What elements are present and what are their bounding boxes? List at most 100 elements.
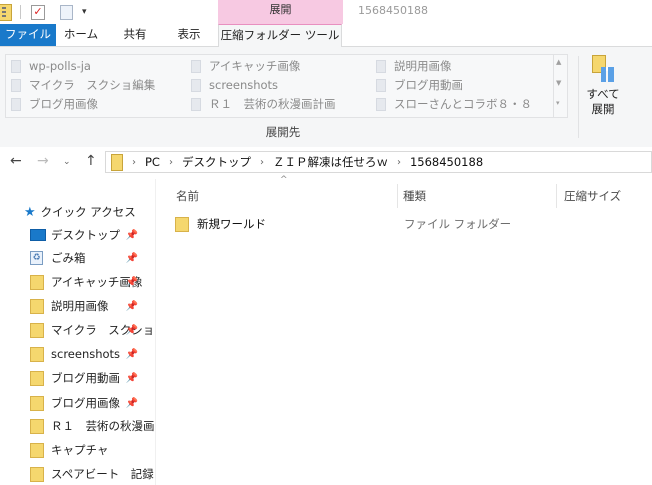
nav-item-recycle-bin[interactable]: ♻ ごみ箱 📌 [30,247,154,269]
file-type: ファイル フォルダー [404,217,512,231]
folder-icon [376,78,386,92]
forward-arrow-icon[interactable]: → [37,153,49,169]
zip-folder-icon [111,153,123,171]
folder-icon [30,322,44,338]
file-name: 新規ワールド [197,217,266,231]
column-header-type[interactable]: 種類 [403,188,426,204]
pin-icon: 📌 [125,372,138,384]
pin-icon: 📌 [125,397,138,409]
column-header-compressed-size[interactable]: 圧縮サイズ [564,188,621,204]
recent-locations-chevron-icon[interactable]: ⌄ [63,157,71,167]
star-icon: ★ [24,204,36,220]
folder-icon [30,442,44,458]
back-arrow-icon[interactable]: ← [10,153,22,169]
folder-icon [175,216,189,232]
breadcrumb-desktop[interactable]: デスクトップ [182,154,251,170]
folder-icon [30,346,44,362]
extract-to-gallery: wp-polls-ja アイキャッチ画像 説明用画像 マイクラ スクショ編集 s… [5,54,568,118]
extract-all-button[interactable]: すべて 展開 [583,55,623,127]
extract-destination-item[interactable]: スローさんとコラボ８・８ [376,95,532,113]
chevron-right-icon[interactable]: › [132,157,136,168]
customize-toolbar-dropdown-icon[interactable]: ▾ [82,7,87,17]
pin-icon: 📌 [125,229,138,241]
nav-item-folder[interactable]: キャプチャ [30,439,154,461]
column-divider[interactable] [556,184,557,208]
gallery-scrollbar[interactable]: ▲ ▼ ▾ [553,55,567,117]
breadcrumb-pc[interactable]: PC [145,155,160,169]
tab-compressed-folder-tools[interactable]: 圧縮フォルダー ツール [218,24,342,47]
ribbon-group-label: 展開先 [265,125,301,139]
ribbon-tabs: ファイル ホーム 共有 表示 圧縮フォルダー ツール [0,24,652,47]
extract-destination-item[interactable]: screenshots [191,76,278,94]
navigation-pane: ★ クイック アクセス デスクトップ 📌 ♻ ごみ箱 📌 アイキャッチ画像 📌 … [0,179,156,485]
extract-all-label-line1: すべて [586,87,620,101]
column-header-name[interactable]: 名前 [176,188,199,204]
ribbon-divider [578,56,579,138]
folder-icon [30,370,44,386]
folder-icon [191,97,201,111]
chevron-right-icon[interactable]: › [260,157,264,168]
folder-icon [191,59,201,73]
pin-icon: 📌 [125,252,138,264]
extract-destination-item[interactable]: ブログ用画像 [11,95,98,113]
folder-icon [191,78,201,92]
extract-destination-item[interactable]: マイクラ スクショ編集 [11,76,155,94]
column-divider[interactable] [397,184,398,208]
folder-icon [30,466,44,482]
file-row[interactable]: 新規ワールド ファイル フォルダー [175,213,645,235]
ribbon-panel: wp-polls-ja アイキャッチ画像 説明用画像 マイクラ スクショ編集 s… [0,47,652,148]
extract-destination-item[interactable]: Ｒ１ 芸術の秋漫画計画 [191,95,336,113]
folder-icon [11,59,21,73]
chevron-up-icon[interactable]: ▲ [556,58,561,66]
breadcrumb-zip-folder[interactable]: ＺＩＰ解凍は任せろｗ [273,154,388,170]
folder-icon [376,97,386,111]
tab-home[interactable]: ホーム [56,24,106,46]
nav-item-folder[interactable]: screenshots 📌 [30,343,154,365]
toolbar-divider [20,5,21,19]
nav-item-folder[interactable]: Ｒ１ 芸術の秋漫画計画 [30,415,154,437]
folder-icon [30,395,44,411]
desktop-icon [30,229,46,241]
extract-all-label-line2: 展開 [591,102,615,116]
context-tab-group-extract: 展開 [218,0,343,24]
nav-item-folder[interactable]: アイキャッチ画像 📌 [30,271,154,293]
extract-destination-item[interactable]: wp-polls-ja [11,57,91,75]
folder-icon [30,274,44,290]
breadcrumb-current[interactable]: 1568450188 [410,155,483,169]
nav-item-folder[interactable]: マイクラ スクショ編集 📌 [30,319,154,341]
gallery-expand-icon[interactable]: ▾ [556,99,560,107]
pin-icon: 📌 [125,324,138,336]
folder-icon [376,59,386,73]
folder-icon [11,97,21,111]
chevron-right-icon[interactable]: › [397,157,401,168]
folder-icon [30,418,44,434]
recycle-bin-icon: ♻ [30,251,43,265]
chevron-down-icon[interactable]: ▼ [556,79,561,87]
up-arrow-icon[interactable]: ↑ [85,153,97,169]
pin-icon: 📌 [125,276,138,288]
quick-access-toolbar: ✓ ▾ [0,2,87,22]
extract-destination-item[interactable]: ブログ用動画 [376,76,463,94]
extract-destination-item[interactable]: 説明用画像 [376,57,452,75]
properties-icon[interactable]: ✓ [31,4,45,20]
nav-item-folder[interactable]: ブログ用動画 📌 [30,367,154,389]
nav-item-folder[interactable]: 説明用画像 📌 [30,295,154,317]
nav-item-folder[interactable]: スペアビート 記録 [30,463,154,485]
new-folder-icon[interactable] [60,4,73,20]
quick-access[interactable]: ★ クイック アクセス [24,203,136,221]
tab-view[interactable]: 表示 [165,24,213,46]
pin-icon: 📌 [125,300,138,312]
folder-icon [11,78,21,92]
extract-all-icon [592,55,614,85]
nav-item-desktop[interactable]: デスクトップ 📌 [30,224,154,246]
tab-share[interactable]: 共有 [110,24,160,46]
folder-icon [30,298,44,314]
chevron-right-icon[interactable]: › [169,157,173,168]
title-bar: ✓ ▾ 展開 1568450188 [0,0,652,24]
nav-item-folder[interactable]: ブログ用画像 📌 [30,392,154,414]
address-bar[interactable]: › PC › デスクトップ › ＺＩＰ解凍は任せろｗ › 1568450188 [105,151,652,173]
window-title: 1568450188 [358,4,428,17]
zip-folder-icon [0,3,12,21]
tab-file[interactable]: ファイル [0,24,56,46]
extract-destination-item[interactable]: アイキャッチ画像 [191,57,300,75]
